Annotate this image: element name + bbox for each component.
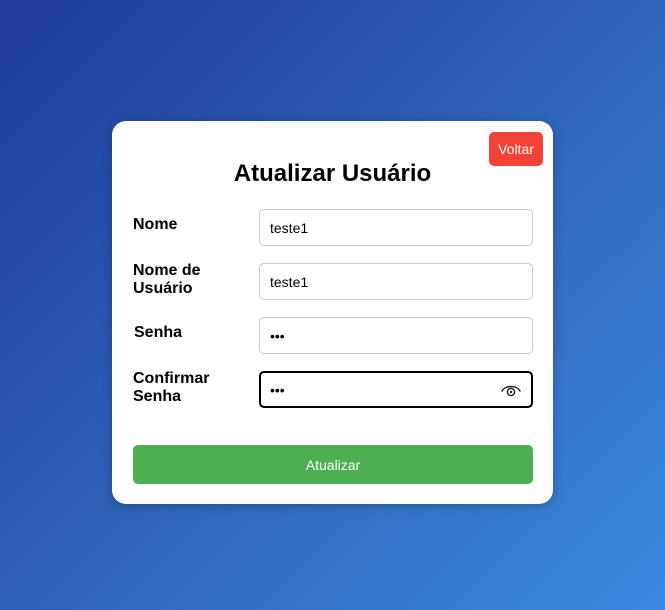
username-field-wrapper — [259, 263, 533, 300]
confirm-password-input[interactable] — [261, 373, 531, 406]
name-row: Nome — [133, 209, 533, 246]
eye-icon[interactable] — [501, 382, 521, 398]
name-label: Nome — [133, 216, 178, 233]
page-title: Atualizar Usuário — [233, 160, 432, 187]
username-input[interactable] — [260, 264, 532, 299]
confirm-password-field-wrapper — [259, 371, 533, 408]
username-row: Nome de Usuário — [133, 262, 533, 300]
confirm-password-label: Confirmar Senha — [133, 370, 210, 405]
name-field-wrapper — [259, 209, 533, 246]
password-row: Senha — [133, 317, 533, 354]
username-label: Nome de Usuário — [133, 262, 201, 297]
password-label: Senha — [134, 324, 183, 341]
confirm-password-row: Confirmar Senha — [133, 370, 533, 408]
update-button[interactable]: Atualizar — [133, 445, 533, 484]
password-input[interactable] — [260, 318, 532, 353]
password-field-wrapper — [259, 317, 533, 354]
update-user-card: Voltar Atualizar Usuário Nome Nome de Us… — [112, 121, 553, 504]
name-input[interactable] — [260, 210, 532, 245]
